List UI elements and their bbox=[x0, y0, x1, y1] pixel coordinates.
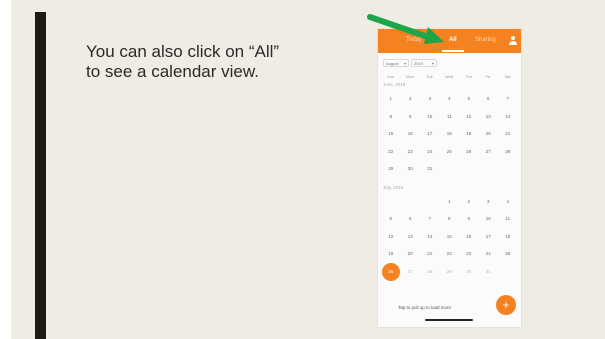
calendar-day[interactable]: 12 bbox=[385, 231, 397, 243]
calendar-day[interactable]: 19 bbox=[385, 248, 397, 260]
calendar-day[interactable]: 17 bbox=[424, 128, 436, 140]
calendar-day[interactable]: 5 bbox=[385, 213, 397, 225]
calendar-day[interactable]: 4 bbox=[443, 93, 455, 105]
calendar-day[interactable]: 29 bbox=[443, 266, 455, 278]
calendar-day[interactable]: 16 bbox=[404, 128, 416, 140]
calendar-day[interactable]: 22 bbox=[385, 146, 397, 158]
calendar-day[interactable]: 8 bbox=[443, 213, 455, 225]
calendar-day[interactable]: 18 bbox=[502, 231, 514, 243]
calendar-day[interactable]: 5 bbox=[463, 93, 475, 105]
calendar-day[interactable]: 3 bbox=[424, 93, 436, 105]
calendar-day[interactable]: 23 bbox=[404, 146, 416, 158]
days-of-week-header: Sun Mon Tue Wed Thu Fri Sat bbox=[381, 74, 518, 80]
calendar-day[interactable]: 31 bbox=[482, 266, 494, 278]
month-label: July, 2019 bbox=[383, 184, 404, 190]
calendar-day[interactable]: 18 bbox=[443, 128, 455, 140]
day-of-week-label: Fri bbox=[485, 74, 491, 79]
calendar-day[interactable]: 1 bbox=[443, 196, 455, 208]
calendar-day[interactable]: 26 bbox=[463, 146, 475, 158]
calendar-day[interactable]: 1 bbox=[385, 93, 397, 105]
calendar-day[interactable]: 2 bbox=[463, 196, 475, 208]
calendar-day[interactable]: 12 bbox=[463, 111, 475, 123]
calendar-day[interactable]: 21 bbox=[502, 128, 514, 140]
tab-sharing[interactable]: Sharing bbox=[475, 37, 496, 43]
calendar-day[interactable]: 27 bbox=[404, 266, 416, 278]
calendar-day[interactable]: 24 bbox=[424, 146, 436, 158]
app-top-bar: Today All Sharing bbox=[378, 29, 521, 53]
calendar-day[interactable]: 6 bbox=[404, 213, 416, 225]
calendar-day[interactable]: 14 bbox=[502, 111, 514, 123]
day-of-week-label: Wed bbox=[444, 74, 454, 79]
calendar-day[interactable]: 4 bbox=[502, 196, 514, 208]
chevron-down-icon: ▾ bbox=[431, 61, 434, 66]
calendar-day[interactable]: 2 bbox=[404, 93, 416, 105]
month-select[interactable]: August ▾ bbox=[383, 59, 409, 67]
slide-caption: You can also click on “All” to see a cal… bbox=[86, 42, 280, 81]
month-label: June, 2019 bbox=[383, 82, 406, 87]
calendar-day[interactable]: 25 bbox=[502, 248, 514, 260]
calendar-day[interactable]: 22 bbox=[443, 248, 455, 260]
calendar-day[interactable]: 7 bbox=[502, 93, 514, 105]
chevron-down-icon: ▾ bbox=[403, 61, 406, 66]
calendar-day[interactable]: 14 bbox=[424, 231, 436, 243]
calendar-day[interactable]: 13 bbox=[404, 231, 416, 243]
calendar-day[interactable]: 17 bbox=[482, 231, 494, 243]
day-of-week-label: Mon bbox=[406, 74, 414, 79]
person-icon[interactable] bbox=[509, 36, 517, 45]
calendar-day[interactable]: 29 bbox=[385, 163, 397, 175]
calendar-day[interactable]: 7 bbox=[424, 213, 436, 225]
calendar-day[interactable]: 11 bbox=[443, 111, 455, 123]
calendar-day[interactable]: 8 bbox=[385, 111, 397, 123]
calendar-day[interactable]: 27 bbox=[482, 146, 494, 158]
calendar-day[interactable]: 16 bbox=[463, 231, 475, 243]
calendar-day[interactable]: 21 bbox=[424, 248, 436, 260]
day-of-week-label: Thu bbox=[465, 74, 472, 79]
calendar-day[interactable]: 20 bbox=[404, 248, 416, 260]
day-of-week-label: Tue bbox=[426, 74, 433, 79]
calendar-day[interactable]: 9 bbox=[404, 111, 416, 123]
calendar-day[interactable]: 28 bbox=[502, 146, 514, 158]
calendar-day[interactable]: 10 bbox=[424, 111, 436, 123]
calendar-day[interactable]: 31 bbox=[424, 163, 436, 175]
calendar-day[interactable]: 11 bbox=[502, 213, 514, 225]
calendar-day[interactable]: 6 bbox=[482, 93, 494, 105]
phone-screenshot: Today All Sharing August ▾ 2019 ▾ Sun Mon… bbox=[378, 29, 521, 327]
calendar-day[interactable]: 23 bbox=[463, 248, 475, 260]
calendar-day[interactable]: 30 bbox=[404, 163, 416, 175]
tab-all[interactable]: All bbox=[449, 37, 457, 43]
day-of-week-label: Sun bbox=[386, 74, 395, 79]
month-select-value: August bbox=[386, 61, 399, 66]
add-button[interactable]: + bbox=[496, 295, 516, 315]
calendar-day[interactable]: 9 bbox=[463, 213, 475, 225]
calendar-day[interactable]: 15 bbox=[443, 231, 455, 243]
calendar-day[interactable]: 30 bbox=[463, 266, 475, 278]
calendar-day[interactable]: 13 bbox=[482, 111, 494, 123]
active-tab-indicator bbox=[442, 50, 464, 52]
calendar-day[interactable]: 25 bbox=[443, 146, 455, 158]
calendar-day[interactable]: 20 bbox=[482, 128, 494, 140]
calendar-day[interactable]: 15 bbox=[385, 128, 397, 140]
calendar-day[interactable]: 3 bbox=[482, 196, 494, 208]
day-of-week-label: Sat bbox=[504, 74, 511, 79]
year-select-value: 2019 bbox=[414, 61, 423, 66]
tab-today[interactable]: Today bbox=[406, 37, 422, 43]
pull-up-hint: Tap to pull up to load more bbox=[398, 305, 452, 310]
calendar-day[interactable]: 24 bbox=[482, 248, 494, 260]
calendar-day[interactable]: 10 bbox=[482, 213, 494, 225]
calendar-day[interactable]: 19 bbox=[463, 128, 475, 140]
calendar-day[interactable]: 26 bbox=[381, 262, 400, 281]
slide-accent-bar bbox=[35, 12, 46, 339]
year-select[interactable]: 2019 ▾ bbox=[411, 59, 437, 67]
calendar-day[interactable]: 28 bbox=[424, 266, 436, 278]
home-indicator bbox=[425, 319, 473, 321]
